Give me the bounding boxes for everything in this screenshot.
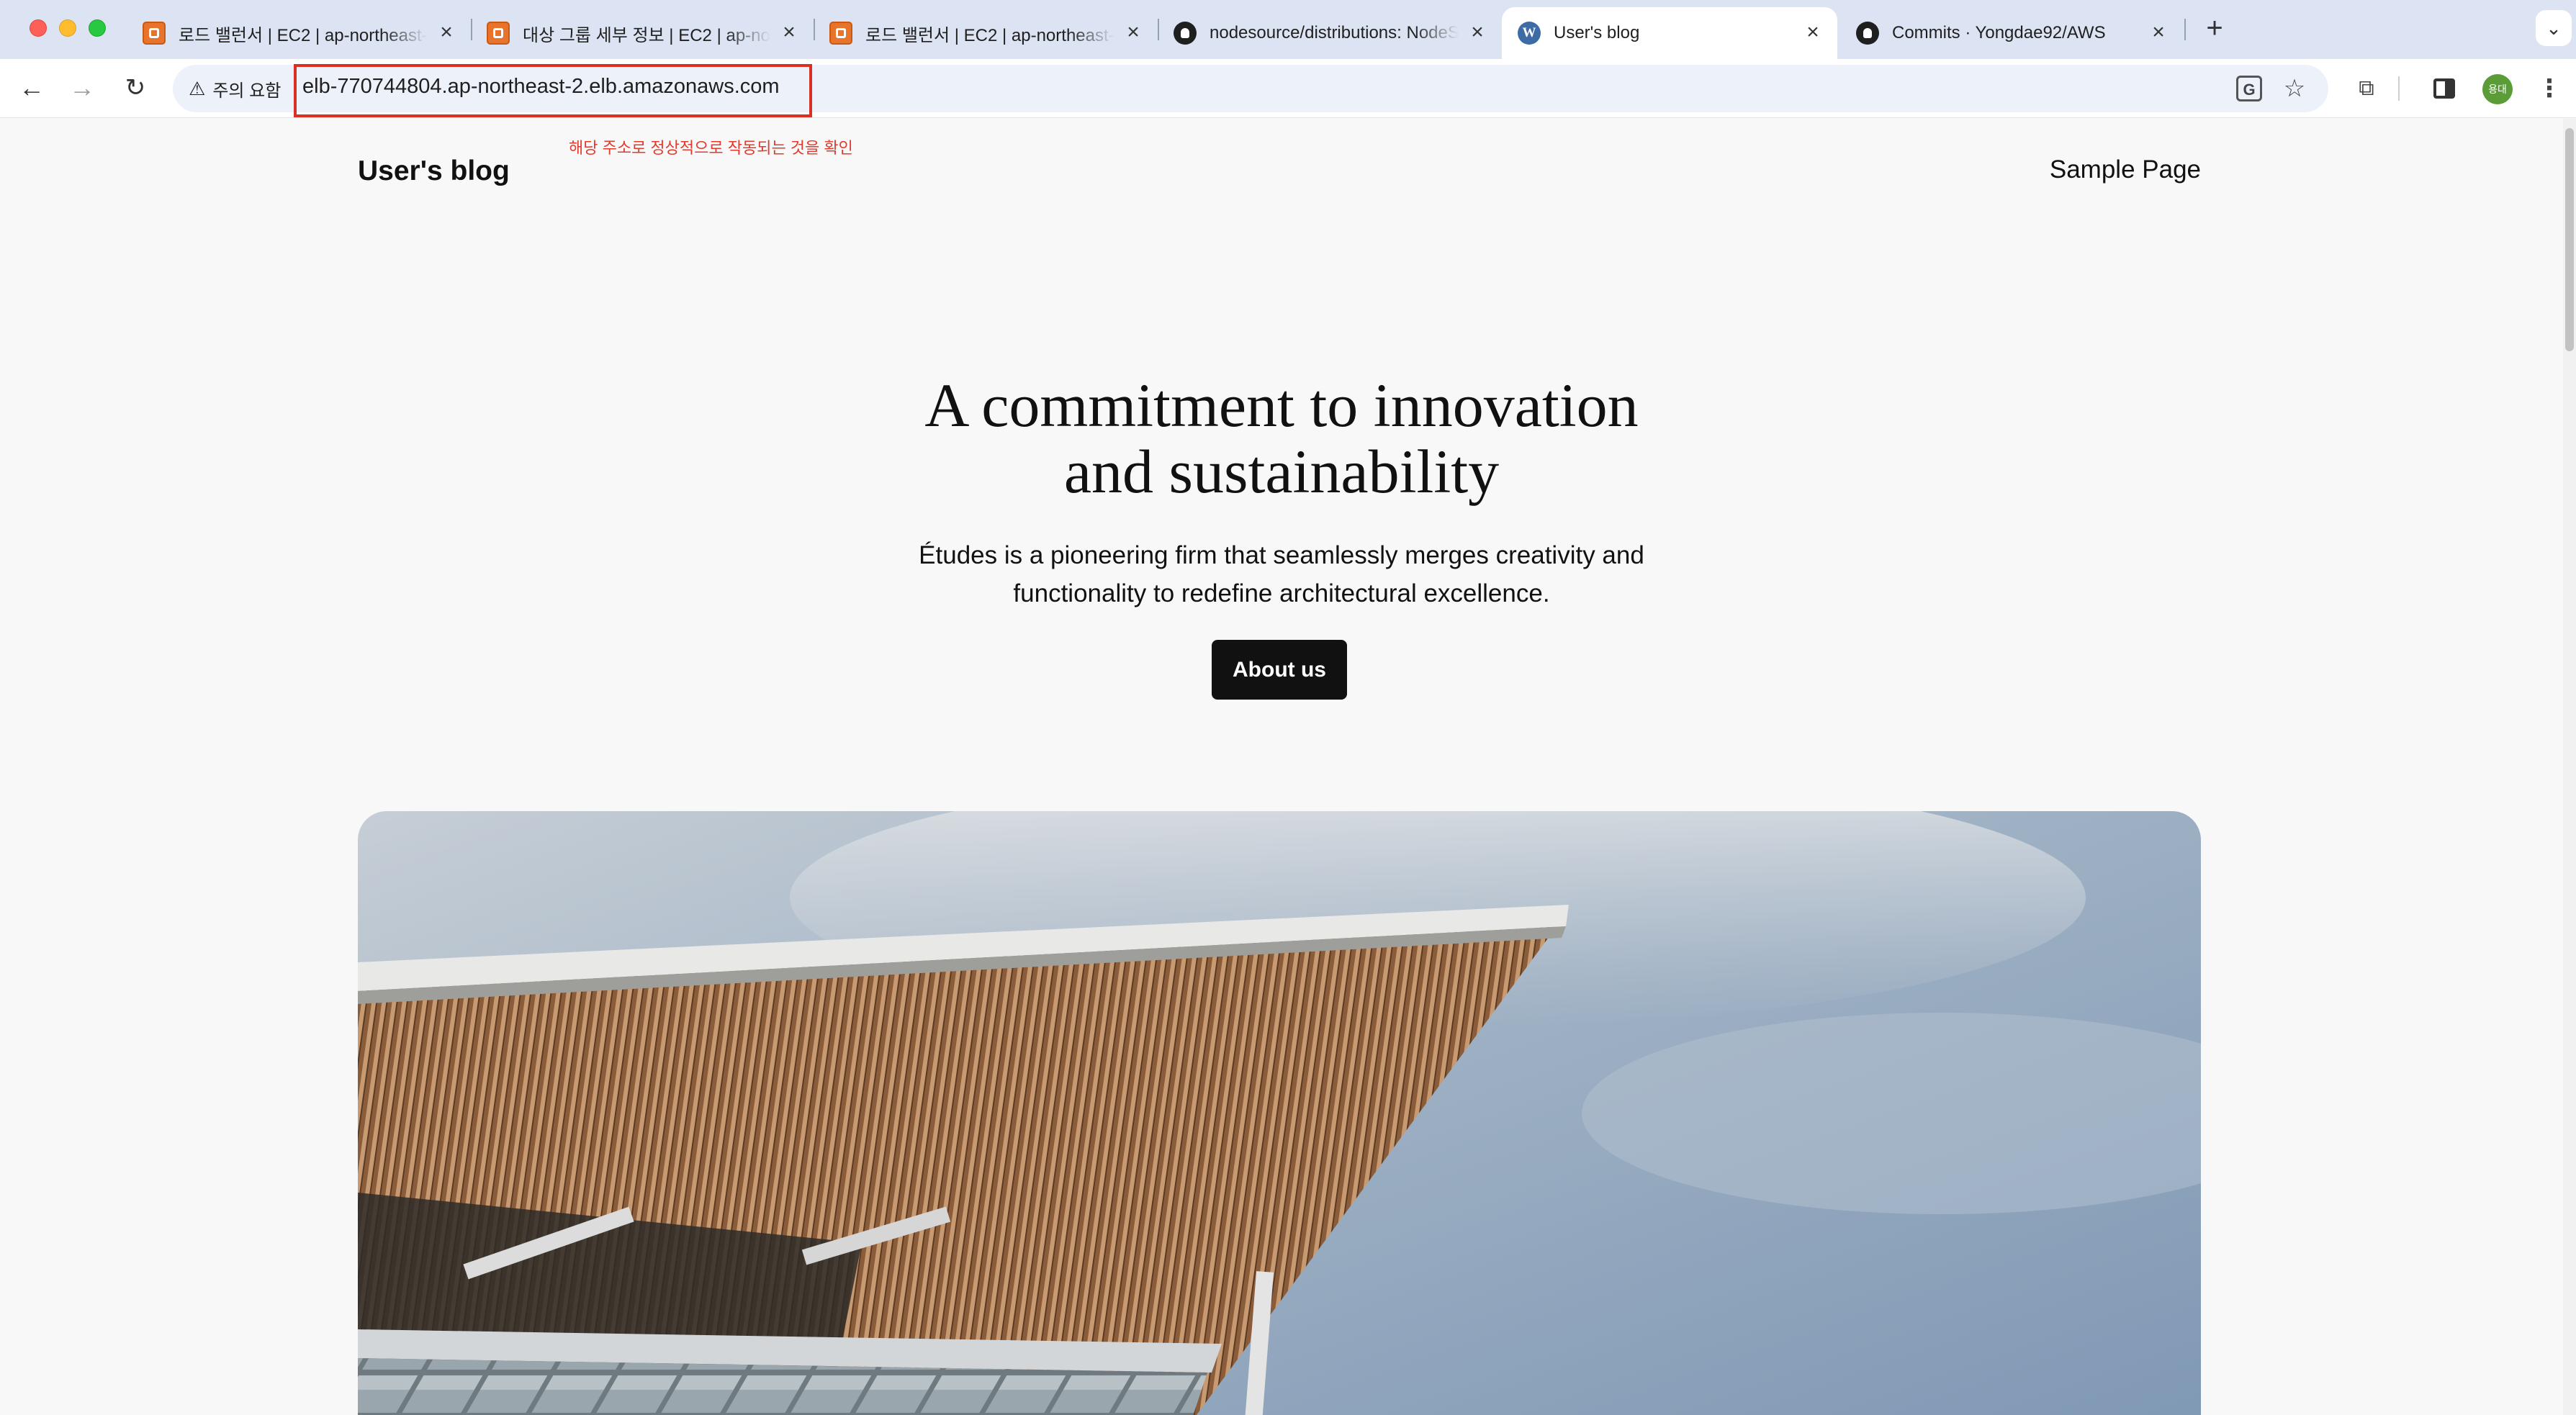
hero-heading: A commitment to innovation and sustainab… <box>924 371 1639 506</box>
reload-button[interactable]: ↻ <box>118 71 153 106</box>
tab-commits[interactable]: Commits · Yongdae92/AWS × <box>1840 7 2183 59</box>
extensions-icon[interactable]: ⧉ <box>2350 72 2383 105</box>
bookmark-star-icon[interactable]: ☆ <box>2278 72 2311 105</box>
close-icon[interactable]: × <box>779 22 799 43</box>
tab-load-balancer-2[interactable]: 로드 밸런서 | EC2 | ap-northeast-2 × <box>814 7 1158 59</box>
hero-architecture-image <box>358 811 2201 1415</box>
url-text[interactable]: elb-770744804.ap-northeast-2.elb.amazona… <box>302 75 780 99</box>
tab-target-group[interactable]: 대상 그룹 세부 정보 | EC2 | ap-northeast-2 × <box>471 7 814 59</box>
tab-strip: 로드 밸런서 | EC2 | ap-northeast-2 × 대상 그룹 세부… <box>0 0 2576 59</box>
aws-icon <box>829 22 852 45</box>
back-button[interactable]: ← <box>14 71 49 106</box>
github-icon <box>1856 22 1879 45</box>
warning-icon: ⚠ <box>189 77 206 99</box>
side-panel-icon[interactable] <box>2428 72 2461 105</box>
close-icon[interactable]: × <box>1467 22 1487 43</box>
forward-button[interactable]: → <box>65 71 99 106</box>
tab-users-blog[interactable]: W User's blog × <box>1502 7 1837 59</box>
new-tab-button[interactable]: + <box>2197 12 2232 46</box>
more-menu-icon[interactable]: ⋮ <box>2533 72 2566 105</box>
window-minimize-button[interactable] <box>59 19 76 37</box>
close-icon[interactable]: × <box>436 22 456 43</box>
close-icon[interactable]: × <box>2148 22 2169 43</box>
translate-icon[interactable]: G <box>2233 72 2266 105</box>
hero-description: Études is a pioneering firm that seamles… <box>919 541 1644 607</box>
github-icon <box>1174 22 1197 45</box>
profile-avatar[interactable]: 용대 <box>2482 74 2513 104</box>
tab-search-button[interactable]: ⌄ <box>2536 10 2572 46</box>
aws-icon <box>487 22 510 45</box>
about-us-button[interactable]: About us <box>1212 640 1347 700</box>
security-indicator[interactable]: ⚠ 주의 요함 <box>186 73 292 104</box>
wordpress-icon: W <box>1518 22 1541 45</box>
page-content: User's blog Sample Page A commitment to … <box>0 119 2563 1415</box>
close-icon[interactable]: × <box>1803 22 1823 43</box>
annotation-note: 해당 주소로 정상적으로 작동되는 것을 확인 <box>569 139 853 157</box>
scrollbar-thumb[interactable] <box>2565 128 2574 351</box>
window-maximize-button[interactable] <box>89 19 106 37</box>
aws-icon <box>143 22 166 45</box>
site-title[interactable]: User's blog <box>358 155 510 187</box>
window-close-button[interactable] <box>30 19 47 37</box>
close-icon[interactable]: × <box>1123 22 1143 43</box>
tab-nodesource[interactable]: nodesource/distributions: NodeSource × <box>1158 7 1502 59</box>
tab-load-balancer-1[interactable]: 로드 밸런서 | EC2 | ap-northeast-2 × <box>127 7 471 59</box>
toolbar-divider <box>2398 76 2400 101</box>
nav-sample-page[interactable]: Sample Page <box>2050 155 2201 184</box>
